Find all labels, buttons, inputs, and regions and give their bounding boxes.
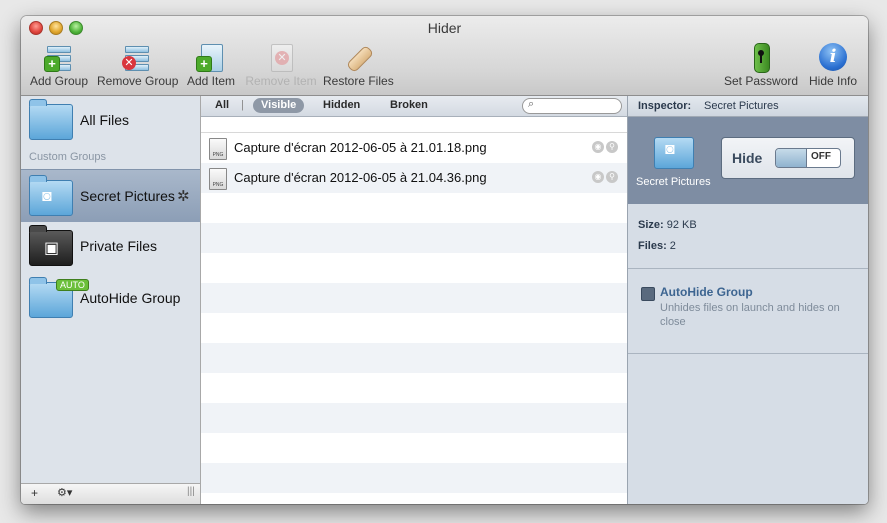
sidebar-bottom-bar: + ⚙▾ ||| [21, 483, 200, 504]
remove-group-button[interactable]: ✕ Remove Group [97, 42, 178, 88]
reveal-magnifier-icon[interactable]: ⚲ [606, 141, 618, 153]
inspector-pane: Inspector: Secret Pictures ◙ Secret Pict… [627, 96, 868, 504]
search-field[interactable]: ⌕ [522, 98, 622, 114]
file-list-pane: All | Visible Hidden Broken ⌕ PNG Captur… [201, 96, 627, 504]
set-password-button[interactable]: Set Password [724, 42, 798, 88]
png-file-icon: PNG [209, 168, 227, 190]
size-stat: Size: 92 KB [638, 219, 697, 231]
add-group-button[interactable]: + Add Group [29, 42, 89, 88]
filter-visible[interactable]: Visible [253, 98, 305, 113]
titlebar-toolbar: Hider + Add Group ✕ Remove Group + Add I… [21, 16, 868, 96]
divider [628, 268, 868, 269]
restore-files-button[interactable]: Restore Files [323, 42, 394, 88]
png-file-icon: PNG [209, 138, 227, 160]
empty-row [201, 253, 627, 283]
inspector-group-name: Secret Pictures [704, 100, 779, 112]
toggle-knob [776, 149, 807, 167]
gear-icon[interactable]: ✲ [177, 187, 190, 205]
sidebar-item-label: AutoHide Group [80, 290, 181, 306]
window-title: Hider [427, 20, 462, 36]
empty-row [201, 493, 627, 504]
inspector-folder-name: Secret Pictures [636, 176, 711, 188]
hider-window: Hider + Add Group ✕ Remove Group + Add I… [21, 16, 868, 504]
empty-row [201, 403, 627, 433]
list-header [201, 117, 627, 133]
sidebar-item-label: Private Files [80, 238, 158, 254]
autohide-title: AutoHide Group [660, 285, 753, 299]
empty-row [201, 313, 627, 343]
divider [628, 353, 868, 354]
auto-folder-icon: AUTO [29, 277, 89, 318]
empty-row [201, 223, 627, 253]
autohide-checkbox[interactable] [641, 287, 655, 301]
eye-icon[interactable]: ◉ [592, 171, 604, 183]
file-name: Capture d'écran 2012-06-05 à 21.04.36.pn… [234, 170, 487, 185]
add-item-button[interactable]: + Add Item [185, 42, 237, 88]
hide-info-button[interactable]: i Hide Info [807, 42, 859, 88]
key-lock-icon [746, 42, 776, 73]
file-name: Capture d'écran 2012-06-05 à 21.01.18.pn… [234, 140, 487, 155]
filter-broken[interactable]: Broken [390, 99, 428, 111]
empty-row [201, 343, 627, 373]
sidebar-item-secret-pictures[interactable]: ◙ Secret Pictures ✲ [21, 169, 200, 222]
filter-divider: | [241, 99, 244, 111]
info-icon: i [818, 42, 848, 72]
sidebar: All Files Custom Groups ◙ Secret Picture… [21, 96, 201, 504]
sidebar-item-all-files[interactable]: All Files [21, 96, 200, 146]
filter-all[interactable]: All [215, 99, 229, 111]
remove-item-button[interactable]: ✕ Remove Item [245, 42, 317, 88]
search-icon: ⌕ [528, 98, 535, 110]
action-menu-button[interactable]: ⚙▾ [57, 486, 72, 499]
filter-hidden[interactable]: Hidden [323, 99, 360, 111]
autohide-description: Unhides files on launch and hides on clo… [660, 302, 840, 328]
toggle-state: OFF [811, 151, 831, 162]
add-group-icon: + [44, 42, 74, 72]
folder-icon [29, 99, 73, 140]
inspector-label: Inspector: [638, 100, 692, 112]
inspector-title-bar: Inspector: Secret Pictures [628, 96, 868, 117]
hide-toggle[interactable]: OFF [775, 148, 841, 168]
remove-group-icon: ✕ [122, 42, 152, 72]
empty-row [201, 283, 627, 313]
custom-groups-header: Custom Groups [29, 151, 107, 163]
file-row[interactable]: PNG Capture d'écran 2012-06-05 à 21.04.3… [201, 163, 627, 193]
resize-handle[interactable]: ||| [187, 486, 195, 497]
camera-folder-icon: ◙ [29, 175, 73, 216]
sidebar-item-label: All Files [80, 112, 130, 128]
remove-item-icon: ✕ [266, 42, 296, 72]
files-stat: Files: 2 [638, 240, 676, 252]
eye-icon[interactable]: ◉ [592, 141, 604, 153]
add-item-icon: + [196, 42, 226, 72]
empty-row [201, 433, 627, 463]
sidebar-item-autohide-group[interactable]: AUTO AutoHide Group [21, 274, 200, 324]
hide-control: Hide OFF [721, 137, 855, 179]
empty-row [201, 373, 627, 403]
reveal-magnifier-icon[interactable]: ⚲ [606, 171, 618, 183]
bandage-icon [343, 42, 375, 74]
lock-folder-icon: ▣ [29, 225, 73, 266]
hide-label: Hide [732, 150, 763, 166]
sidebar-item-label: Secret Pictures [80, 188, 175, 204]
camera-folder-icon: ◙ [654, 137, 694, 169]
filter-bar: All | Visible Hidden Broken ⌕ [201, 96, 627, 117]
sidebar-item-private-files[interactable]: ▣ Private Files [21, 222, 200, 272]
inspector-header: ◙ Secret Pictures Hide OFF [628, 117, 868, 204]
add-group-small-button[interactable]: + [31, 486, 38, 500]
empty-row [201, 463, 627, 493]
empty-row [201, 193, 627, 223]
file-row[interactable]: PNG Capture d'écran 2012-06-05 à 21.01.1… [201, 133, 627, 163]
